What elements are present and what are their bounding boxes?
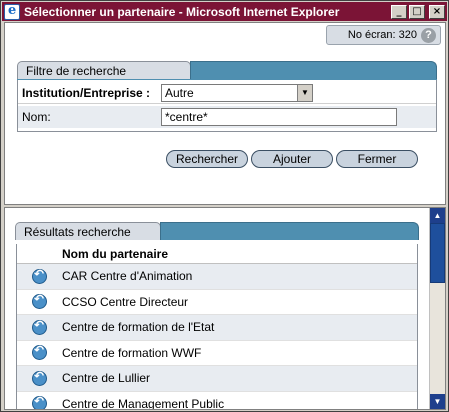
institution-select[interactable]: Autre ▼ <box>161 83 313 102</box>
search-panel: No écran: 320 ? Filtre de recherche Inst… <box>4 22 446 205</box>
dropdown-arrow-icon[interactable]: ▼ <box>297 84 312 101</box>
browser-window: Sélectionner un partenaire - Microsoft I… <box>0 0 449 412</box>
scroll-thumb[interactable] <box>430 223 445 283</box>
title-bar[interactable]: Sélectionner un partenaire - Microsoft I… <box>2 2 447 21</box>
institution-row: Institution/Entreprise : Autre ▼ <box>18 82 436 104</box>
select-partner-icon[interactable] <box>32 394 47 409</box>
name-label: Nom: <box>22 110 51 124</box>
institution-select-value: Autre <box>165 85 194 100</box>
filter-section-bar <box>190 61 437 79</box>
scroll-up-icon[interactable]: ▲ <box>430 208 445 223</box>
table-row[interactable]: CAR Centre d'Animation <box>17 264 417 290</box>
vertical-scrollbar[interactable]: ▲ ▼ <box>429 208 445 409</box>
add-button[interactable]: Ajouter <box>251 150 333 168</box>
window-title: Sélectionner un partenaire - Microsoft I… <box>24 4 340 19</box>
maximize-button[interactable]: □ <box>409 4 425 19</box>
table-row[interactable]: Centre de Management Public <box>17 392 417 410</box>
partner-name: Centre de formation de l'Etat <box>62 320 215 335</box>
name-input[interactable]: *centre* <box>161 108 397 126</box>
table-row[interactable]: Centre de formation de l'Etat <box>17 315 417 341</box>
table-row[interactable]: Centre de formation WWF <box>17 341 417 366</box>
table-row[interactable]: Centre de Lullier <box>17 366 417 392</box>
internet-explorer-icon <box>4 3 20 20</box>
results-panel: Résultats recherche Nom du partenaire CA… <box>4 207 446 410</box>
filter-section-tab: Filtre de recherche <box>17 61 191 79</box>
select-partner-icon[interactable] <box>32 292 47 310</box>
select-partner-icon[interactable] <box>32 343 47 361</box>
partner-name: Centre de formation WWF <box>62 345 202 360</box>
window-controls: _ □ × <box>391 4 445 19</box>
partner-name: Centre de Management Public <box>62 396 225 410</box>
help-icon[interactable]: ? <box>421 27 436 43</box>
select-partner-icon[interactable] <box>32 267 47 284</box>
close-window-button[interactable]: × <box>429 4 445 19</box>
results-section-bar <box>160 222 419 240</box>
institution-label: Institution/Entreprise : <box>22 85 151 100</box>
select-partner-icon[interactable] <box>32 318 47 335</box>
partner-name: CCSO Centre Directeur <box>62 294 189 309</box>
name-row: Nom: *centre* <box>18 106 436 128</box>
partner-name: CAR Centre d'Animation <box>62 269 193 284</box>
partner-name-column-header: Nom du partenaire <box>62 246 169 261</box>
screen-number-badge: No écran: 320 ? <box>326 25 441 45</box>
close-button[interactable]: Fermer <box>336 150 418 168</box>
screen-number-text: No écran: 320 <box>347 29 417 41</box>
filter-form: Institution/Entreprise : Autre ▼ Nom: *c… <box>17 80 437 132</box>
results-section-tab: Résultats recherche <box>15 222 161 240</box>
search-button[interactable]: Rechercher <box>166 150 248 168</box>
minimize-button[interactable]: _ <box>391 4 407 19</box>
partner-name: Centre de Lullier <box>62 371 151 386</box>
table-row[interactable]: CCSO Centre Directeur <box>17 290 417 315</box>
scroll-down-icon[interactable]: ▼ <box>430 394 445 409</box>
results-table: Nom du partenaire CAR Centre d'Animation… <box>16 244 418 410</box>
results-header-row: Nom du partenaire <box>17 244 417 264</box>
select-partner-icon[interactable] <box>32 369 47 386</box>
